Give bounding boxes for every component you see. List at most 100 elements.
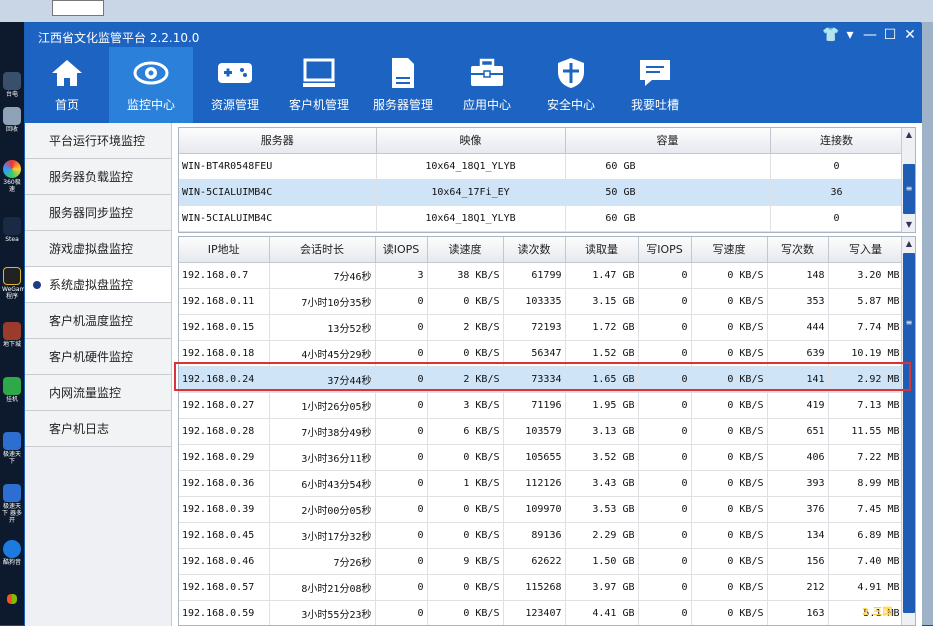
sidebar-item[interactable]: 系统虚拟盘监控: [25, 267, 171, 303]
sidebar-item[interactable]: 平台运行环境监控: [25, 123, 171, 159]
column-header[interactable]: 写次数: [767, 237, 829, 263]
column-header[interactable]: 读速度: [427, 237, 504, 263]
table-row[interactable]: 192.168.0.45 3小时17分32秒 0 0 KB/S 89136 2.29 GB…: [179, 522, 904, 549]
table-row[interactable]: 192.168.0.36 6小时43分54秒 0 1 KB/S 112126 3.43 G…: [179, 470, 904, 497]
table-cell: 6小时43分54秒: [269, 470, 376, 497]
nav-item-shield[interactable]: 安全中心: [529, 47, 613, 123]
table-cell: 3.20 MB: [828, 262, 904, 289]
taskbar-label: WeGam 程序: [2, 286, 26, 300]
column-header[interactable]: IP地址: [179, 237, 270, 263]
nav-item-chat[interactable]: 我要吐槽: [613, 47, 697, 123]
column-header[interactable]: 读IOPS: [375, 237, 428, 263]
column-header[interactable]: 写速度: [691, 237, 768, 263]
nav-item-home[interactable]: 首页: [25, 47, 109, 123]
windows-start-button[interactable]: [2, 594, 22, 605]
column-header[interactable]: 容量: [565, 128, 771, 154]
taskbar-item[interactable]: 地下城: [2, 322, 22, 348]
sidebar-item[interactable]: 游戏虚拟盘监控: [25, 231, 171, 267]
table-row[interactable]: 192.168.0.11 7小时10分35秒 0 0 KB/S 103335 3.15 G…: [179, 288, 904, 315]
table-row[interactable]: 192.168.0.29 3小时36分11秒 0 0 KB/S 105655 3.52 G…: [179, 444, 904, 471]
table-cell: 1.95 GB: [565, 392, 639, 419]
table-row[interactable]: 192.168.0.46 7分26秒 0 9 KB/S 62622 1.50 GB 0 0 K…: [179, 548, 904, 575]
nav-item-monitor[interactable]: 客户机管理: [277, 47, 361, 123]
column-header[interactable]: 写入量: [828, 237, 904, 263]
column-header[interactable]: 写IOPS: [638, 237, 692, 263]
table-cell: 0 KB/S: [427, 340, 504, 367]
taskbar-item[interactable]: WeGam 程序: [2, 267, 26, 300]
scroll-down-icon[interactable]: ▼: [902, 218, 915, 232]
table-cell: 406: [767, 444, 829, 471]
recycle-bin-icon: [3, 107, 21, 125]
server-table: 服务器 映像 容量 连接数 WIN-BT4R0548FEU 10x64_18Q1_YLYB…: [178, 127, 916, 233]
table-row[interactable]: 192.168.0.15 13分52秒 0 2 KB/S 72193 1.72 GB 0 0 …: [179, 314, 904, 341]
table-cell: 3.97 GB: [565, 574, 639, 601]
taskbar-item[interactable]: 酷狗音: [2, 540, 22, 566]
sidebar-item[interactable]: 客户机硬件监控: [25, 339, 171, 375]
nav-item-server[interactable]: 服务器管理: [361, 47, 445, 123]
table-cell: 192.168.0.27: [179, 392, 270, 419]
scroll-thumb[interactable]: ≡: [903, 164, 915, 214]
lock-icon: [3, 377, 21, 395]
table-row[interactable]: 192.168.0.28 7小时38分49秒 0 6 KB/S 103579 3.13 G…: [179, 418, 904, 445]
table-cell: 0: [375, 496, 428, 523]
table-cell: 5.87 MB: [828, 288, 904, 315]
column-header[interactable]: 读次数: [503, 237, 566, 263]
table-cell: 0: [638, 418, 692, 445]
table-row[interactable]: 192.168.0.24 37分44秒 0 2 KB/S 73334 1.65 GB 0 0 …: [179, 366, 904, 393]
taskbar-label: 挂机: [5, 396, 18, 403]
nav-item-eye[interactable]: 监控中心: [109, 47, 193, 123]
column-header[interactable]: 服务器: [179, 128, 377, 154]
taskbar-item[interactable]: 回收: [2, 107, 22, 133]
taskbar-item[interactable]: Stea: [2, 217, 22, 243]
sidebar-item[interactable]: 客户机日志: [25, 411, 171, 447]
app-icon: [3, 484, 21, 502]
taskbar-item[interactable]: 挂机: [2, 377, 22, 403]
column-header[interactable]: 会话时长: [269, 237, 376, 263]
sidebar-item[interactable]: 服务器同步监控: [25, 195, 171, 231]
table-row[interactable]: WIN-5CIALUIMB4C 10x64_18Q1_YLYB 60 GB 0: [179, 205, 904, 232]
column-header[interactable]: 读取量: [565, 237, 639, 263]
sidebar-item[interactable]: 内网流量监控: [25, 375, 171, 411]
table-cell: 71196: [503, 392, 566, 419]
kugou-icon: [3, 540, 21, 558]
close-icon[interactable]: ✕: [902, 27, 918, 43]
table-row[interactable]: 192.168.0.59 3小时55分23秒 0 0 KB/S 123407 4.41 G…: [179, 600, 904, 625]
taskbar-label: 酷狗音: [2, 559, 21, 566]
table-row[interactable]: WIN-5CIALUIMB4C 10x64_17Fi_EY 50 GB 36: [179, 179, 904, 206]
sidebar-item[interactable]: 客户机温度监控: [25, 303, 171, 339]
taskbar-item[interactable]: 极速天下 器多开: [2, 484, 22, 524]
table-row[interactable]: WIN-BT4R0548FEU 10x64_18Q1_YLYB 60 GB 0: [179, 153, 904, 180]
nav-item-toolbox[interactable]: 应用中心: [445, 47, 529, 123]
nav-item-label: 我要吐槽: [630, 98, 679, 112]
table-cell: 3 KB/S: [427, 392, 504, 419]
active-dot-icon: [33, 281, 41, 289]
table-cell: 60 GB: [565, 153, 771, 180]
table-cell: 192.168.0.39: [179, 496, 270, 523]
taskbar-item[interactable]: 极速天下: [2, 432, 22, 465]
table-row[interactable]: 192.168.0.39 2小时00分05秒 0 0 KB/S 109970 3.53 G…: [179, 496, 904, 523]
table-row[interactable]: 192.168.0.7 7分46秒 3 38 KB/S 61799 1.47 GB 0 0 K…: [179, 262, 904, 289]
scroll-up-icon[interactable]: ▲: [902, 237, 915, 251]
shirt-icon[interactable]: 👕: [822, 27, 839, 43]
table-cell: 1.47 GB: [565, 262, 639, 289]
minimize-icon[interactable]: —: [862, 27, 878, 43]
table-cell: 0: [638, 340, 692, 367]
table-cell: 2.92 MB: [828, 366, 904, 393]
column-header[interactable]: 连接数: [770, 128, 904, 154]
table-row[interactable]: 192.168.0.18 4小时45分29秒 0 0 KB/S 56347 1.52 GB…: [179, 340, 904, 367]
server-table-scrollbar[interactable]: ▲ ≡ ▼: [901, 128, 915, 232]
taskbar-item[interactable]: 台电: [2, 72, 22, 98]
client-table-scrollbar[interactable]: ▲ ≡: [901, 237, 915, 625]
nav-item-gamepad[interactable]: 资源管理: [193, 47, 277, 123]
maximize-icon[interactable]: ☐: [882, 27, 898, 43]
column-header[interactable]: 映像: [376, 128, 566, 154]
scroll-thumb[interactable]: ≡: [903, 253, 915, 613]
table-cell: 3.43 GB: [565, 470, 639, 497]
taskbar-label: 360极速: [3, 179, 21, 193]
table-row[interactable]: 192.168.0.57 8小时21分08秒 0 0 KB/S 115268 3.97 G…: [179, 574, 904, 601]
menu-icon[interactable]: ▾: [842, 27, 858, 43]
sidebar-item[interactable]: 服务器负载监控: [25, 159, 171, 195]
taskbar-item[interactable]: 360极速: [2, 160, 22, 193]
table-row[interactable]: 192.168.0.27 1小时26分05秒 0 3 KB/S 71196 1.95 GB…: [179, 392, 904, 419]
scroll-up-icon[interactable]: ▲: [902, 128, 915, 142]
